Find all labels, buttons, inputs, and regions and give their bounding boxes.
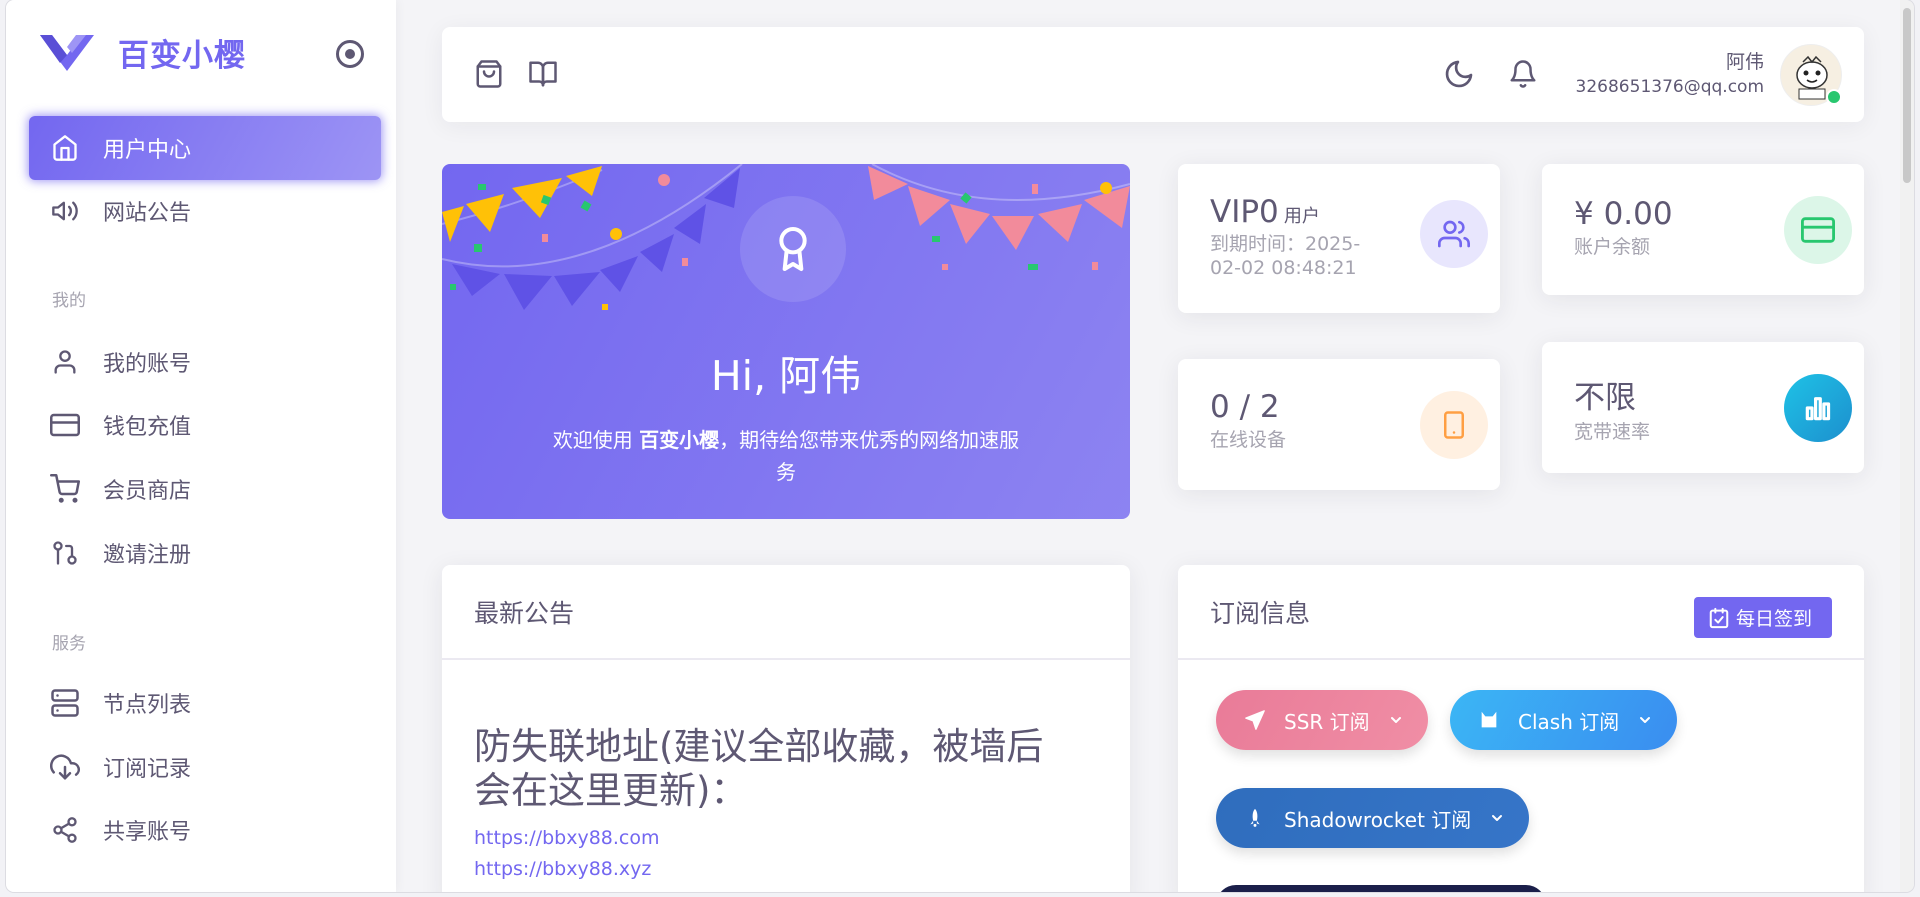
app-window: 百变小樱 用户中心 网站公告 我的 我的账号 钱包充值 会员商店 邀请注册 服务… — [6, 0, 1914, 892]
credit-card-icon — [1784, 196, 1852, 264]
notice-heading: 防失联地址(建议全部收藏，被墙后会在这里更新)： — [474, 725, 1044, 812]
bandwidth-block: 不限 宽带速率 — [1574, 372, 1650, 444]
daily-checkin-button[interactable]: 每日签到 — [1693, 597, 1832, 638]
users-icon — [1420, 200, 1488, 268]
sidebar-item-label: 网站公告 — [103, 201, 192, 226]
vip-stat-card: VIP0 用户 到期时间：2025-02-02 08:48:21 — [1178, 164, 1500, 313]
shopping-cart-icon — [49, 473, 81, 505]
sidebar-item-label: 我的账号 — [103, 352, 192, 377]
ssr-subscribe-button[interactable]: SSR 订阅 — [1216, 690, 1428, 750]
rocket-icon — [1250, 808, 1260, 827]
send-icon — [1245, 710, 1265, 730]
devices-value: 0 / 2 — [1210, 389, 1280, 425]
notice-card-title: 最新公告 — [442, 565, 1130, 660]
book-open-icon[interactable] — [526, 57, 560, 91]
devices-stat-card: 0 / 2 在线设备 — [1178, 359, 1500, 490]
sidebar-item-label: 节点列表 — [103, 693, 192, 718]
shadowrocket-subscribe-button[interactable]: Shadowrocket 订阅 — [1216, 788, 1530, 848]
notice-link[interactable]: https://bbxy88.com — [474, 827, 660, 849]
devices-block: 0 / 2 在线设备 — [1210, 389, 1286, 452]
subscription-card: 订阅信息 每日签到 SSR 订阅 Clash 订阅 Shadowrocket 订… — [1178, 565, 1864, 892]
clash-subscribe-label: Clash 订阅 — [1518, 709, 1620, 734]
bandwidth-value: 不限 — [1574, 380, 1636, 416]
sidebar-item-invite[interactable]: 邀请注册 — [29, 521, 381, 585]
welcome-card: Hi, 阿伟 欢迎使用 百变小樱，期待给您带来优秀的网络加速服务 — [442, 164, 1130, 519]
vip-expire: 到期时间：2025-02-02 08:48:21 — [1210, 233, 1361, 279]
user-icon — [49, 346, 81, 378]
balance-stat-card: ¥ 0.00 账户余额 — [1542, 164, 1864, 295]
clash-subscribe-button[interactable]: Clash 订阅 — [1450, 690, 1678, 750]
bandwidth-label: 宽带速率 — [1574, 421, 1651, 443]
user-email[interactable]: 3268651376@qq.com — [1576, 77, 1764, 97]
sidebar-item-subscriptions[interactable]: 订阅记录 — [29, 735, 381, 799]
v-logo-icon — [40, 34, 94, 71]
sidebar-item-label: 共享账号 — [103, 820, 192, 845]
devices-label: 在线设备 — [1210, 429, 1287, 451]
bar-chart-icon — [1784, 374, 1852, 442]
sidebar-item-announcements[interactable]: 网站公告 — [29, 179, 381, 243]
balance-label: 账户余额 — [1574, 236, 1651, 258]
calendar-check-icon — [1709, 607, 1729, 628]
balance-value: ¥ 0.00 — [1574, 196, 1673, 232]
next-subscribe-button[interactable] — [1216, 885, 1546, 892]
vip-suffix: 用户 — [1283, 206, 1320, 227]
moon-icon[interactable] — [1442, 57, 1476, 91]
chevron-down-icon — [1390, 717, 1401, 723]
notice-link[interactable]: https://bbxy88.xyz — [474, 858, 651, 880]
git-pull-icon — [49, 537, 81, 569]
sidebar-item-user-center[interactable]: 用户中心 — [29, 116, 381, 180]
daily-checkin-label: 每日签到 — [1735, 608, 1812, 630]
server-icon — [49, 687, 81, 719]
vip-level: VIP0 — [1210, 194, 1279, 230]
welcome-text-brand: 百变小樱 — [639, 428, 720, 452]
tablet-icon — [1420, 391, 1488, 459]
user-name[interactable]: 阿伟 — [1726, 47, 1764, 74]
chevron-down-icon — [1492, 815, 1503, 821]
home-icon — [49, 132, 81, 164]
collapse-sidebar-icon[interactable] — [336, 40, 364, 68]
welcome-text: 欢迎使用 百变小樱，期待给您带来优秀的网络加速服务 — [552, 424, 1020, 488]
scrollbar-thumb[interactable] — [1903, 8, 1911, 183]
brand[interactable]: 百变小樱 — [40, 30, 246, 75]
bell-icon[interactable] — [1506, 57, 1540, 91]
sidebar-item-nodes[interactable]: 节点列表 — [29, 671, 381, 735]
bandwidth-stat-card: 不限 宽带速率 — [1542, 342, 1864, 473]
sidebar-item-label: 订阅记录 — [103, 757, 192, 782]
balance-block: ¥ 0.00 账户余额 — [1574, 196, 1673, 259]
welcome-text-prefix: 欢迎使用 — [552, 428, 640, 452]
sidebar-item-label: 用户中心 — [103, 138, 192, 163]
vip-block: VIP0 用户 到期时间：2025-02-02 08:48:21 — [1210, 194, 1390, 280]
shopping-bag-icon[interactable] — [472, 57, 506, 91]
top-navbar: 阿伟 3268651376@qq.com — [442, 27, 1864, 122]
sidebar-item-my-account[interactable]: 我的账号 — [29, 330, 381, 394]
section-label-mine: 我的 — [52, 291, 86, 311]
shadowrocket-subscribe-label: Shadowrocket 订阅 — [1284, 807, 1472, 832]
award-icon — [740, 196, 846, 302]
sidebar-item-label: 钱包充值 — [103, 415, 192, 440]
speaker-icon — [49, 195, 81, 227]
download-cloud-icon — [49, 751, 81, 783]
sidebar-item-share[interactable]: 共享账号 — [29, 798, 381, 862]
section-label-service: 服务 — [52, 634, 86, 654]
welcome-text-suffix: ，期待给您带来优秀的网络加速服务 — [719, 428, 1020, 484]
sidebar-item-shop[interactable]: 会员商店 — [29, 457, 381, 521]
sidebar-item-label: 会员商店 — [103, 479, 192, 504]
sidebar-item-wallet[interactable]: 钱包充值 — [29, 393, 381, 457]
online-status-dot — [1826, 89, 1842, 105]
ssr-subscribe-label: SSR 订阅 — [1284, 709, 1370, 734]
sidebar-item-label: 邀请注册 — [103, 543, 192, 568]
welcome-title: Hi, 阿伟 — [710, 352, 862, 400]
chevron-down-icon — [1640, 717, 1651, 723]
brand-name: 百变小樱 — [118, 38, 246, 74]
scrollbar[interactable] — [1900, 0, 1914, 892]
sidebar: 百变小樱 用户中心 网站公告 我的 我的账号 钱包充值 会员商店 邀请注册 服务… — [6, 0, 396, 892]
credit-card-icon — [49, 409, 81, 441]
cat-icon — [1481, 711, 1497, 728]
share-icon — [49, 814, 81, 846]
notice-card: 最新公告 防失联地址(建议全部收藏，被墙后会在这里更新)： https://bb… — [442, 565, 1130, 892]
